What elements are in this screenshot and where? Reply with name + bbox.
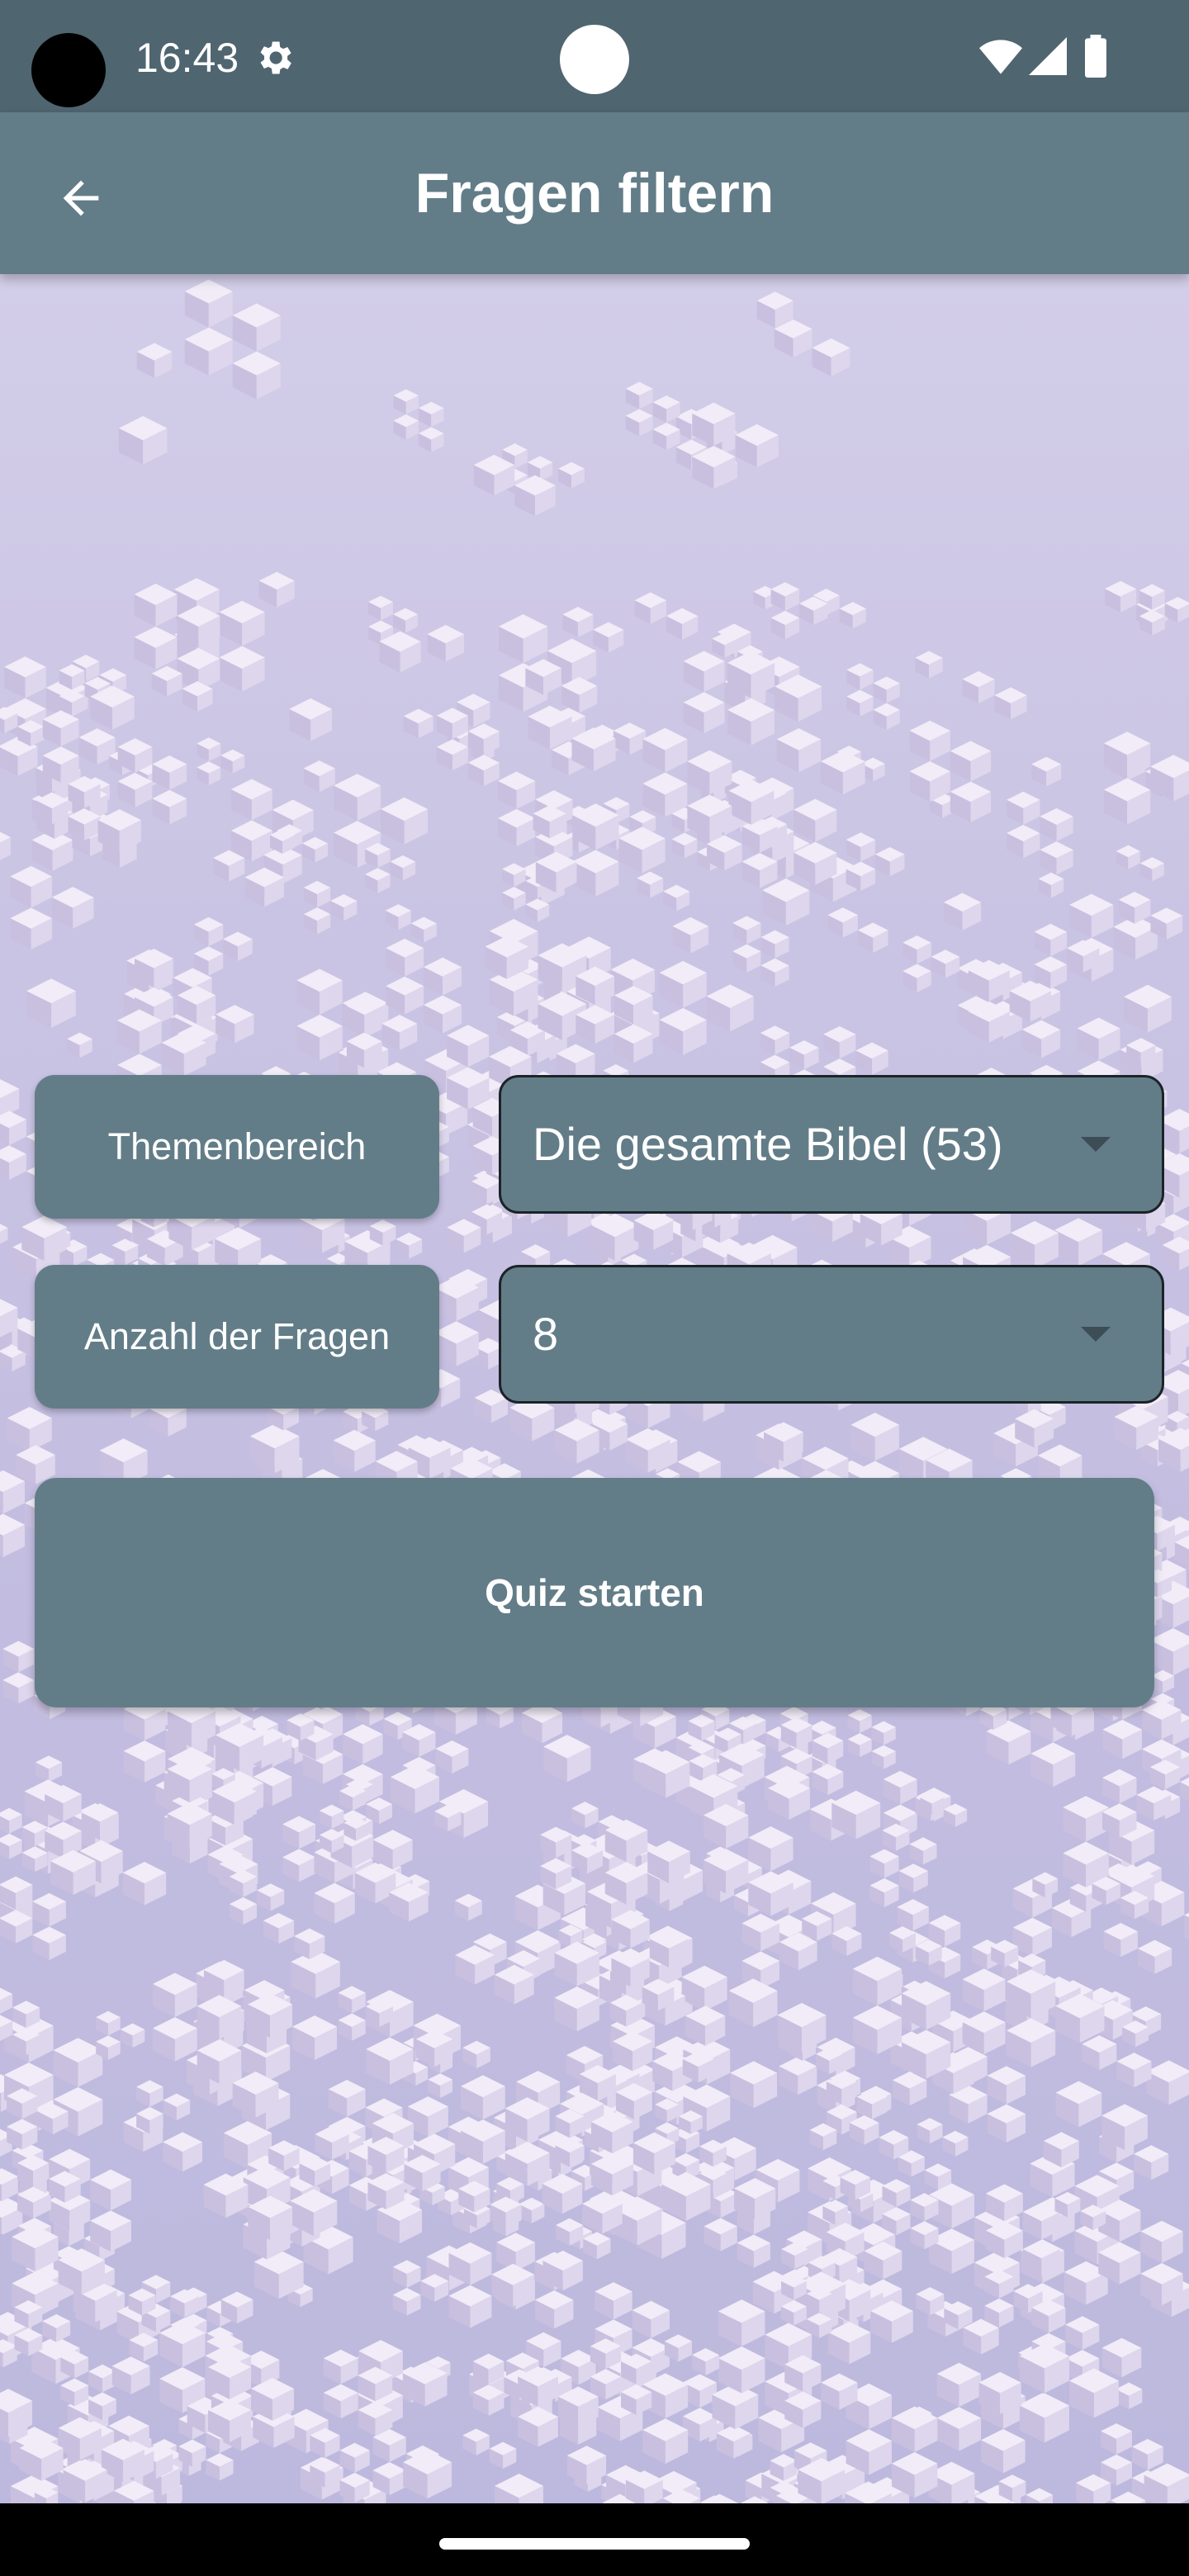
page-title: Fragen filtern bbox=[414, 162, 775, 225]
camera-cutout bbox=[31, 33, 106, 107]
status-bar: 16:43 bbox=[0, 0, 1189, 112]
home-gesture-handle[interactable] bbox=[439, 2538, 750, 2550]
topic-dropdown[interactable]: Die gesamte Bibel (53) bbox=[499, 1075, 1164, 1214]
start-quiz-button[interactable]: Quiz starten bbox=[35, 1478, 1154, 1707]
arrow-left-icon bbox=[63, 180, 99, 216]
front-sensor-dot bbox=[560, 25, 629, 94]
app-bar: Fragen filtern bbox=[0, 112, 1189, 274]
dropdown-arrow-icon bbox=[1081, 1327, 1111, 1342]
question-count-dropdown[interactable]: 8 bbox=[499, 1265, 1164, 1404]
status-time: 16:43 bbox=[135, 35, 239, 81]
topic-dropdown-value: Die gesamte Bibel (53) bbox=[533, 1118, 1003, 1170]
dropdown-arrow-icon bbox=[1081, 1137, 1111, 1152]
settings-icon bbox=[260, 41, 291, 74]
signal-icon bbox=[1029, 37, 1067, 75]
question-count-label: Anzahl der Fragen bbox=[35, 1265, 439, 1409]
wifi-icon bbox=[979, 40, 1022, 74]
topic-label: Themenbereich bbox=[35, 1075, 439, 1219]
back-button[interactable] bbox=[41, 159, 121, 238]
question-count-dropdown-value: 8 bbox=[533, 1308, 559, 1360]
navigation-bar bbox=[0, 2503, 1189, 2576]
battery-icon bbox=[1085, 35, 1106, 78]
